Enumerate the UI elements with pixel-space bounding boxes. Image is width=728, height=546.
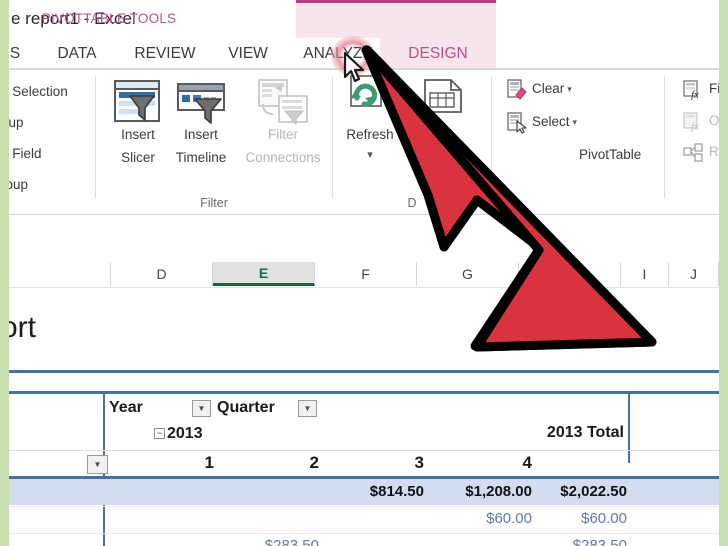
clear-icon[interactable] <box>506 79 528 106</box>
grid-row-divider-1 <box>9 287 719 288</box>
ribbon-separator-3 <box>491 76 492 198</box>
contextual-tools-band <box>296 0 496 38</box>
column-header-c[interactable] <box>9 262 111 286</box>
pivot-total-header: 2013 Total <box>546 424 624 441</box>
pivot-year-value[interactable]: 2013 <box>167 422 203 446</box>
select-button[interactable]: Select ▾ <box>532 114 577 129</box>
clear-caret-icon[interactable]: ▾ <box>567 84 572 94</box>
insert-slicer-icon[interactable] <box>112 78 162 131</box>
chevron-down-icon: ▼ <box>303 403 312 413</box>
olap-tools-label: OL <box>709 113 719 128</box>
row-labels-filter-dropdown[interactable]: ▼ <box>87 455 108 474</box>
column-header-f[interactable]: F <box>315 262 417 286</box>
refresh-dropdown-caret[interactable]: ▾ <box>337 148 403 161</box>
relationships-label: Rel <box>709 144 719 159</box>
grid-row-divider-4 <box>9 533 719 534</box>
table-row-1-q3-value[interactable]: $814.50 <box>339 483 424 500</box>
pivot-field-quarter-label[interactable]: Quarter <box>217 395 275 421</box>
ribbon-separator-4 <box>664 76 665 198</box>
minus-icon: − <box>156 428 163 438</box>
ribbon-separator-1 <box>95 76 96 198</box>
tab-analyze[interactable]: ANALYZE <box>296 38 380 69</box>
column-header-row: D E F G H I J <box>9 262 719 286</box>
pivot-frame-right <box>628 391 630 463</box>
insert-timeline-icon[interactable] <box>175 78 227 131</box>
table-row-1-q4-value[interactable]: $1,208.00 <box>434 483 532 500</box>
olap-tools-icon: fx <box>683 112 705 137</box>
tab-view[interactable]: VIEW <box>213 38 283 69</box>
title-bar: e report1 - Excel PIVOTTABLE TOOLS <box>9 0 719 38</box>
collapse-year-button[interactable]: − <box>154 428 165 439</box>
fields-items-sets-icon[interactable]: fx <box>683 80 705 105</box>
tab-review[interactable]: REVIEW <box>119 38 211 69</box>
ribbon-group-label-data: D <box>407 196 417 210</box>
refresh-icon[interactable] <box>345 74 391 127</box>
page-margin-left <box>0 0 9 546</box>
excel-window: e report1 - Excel PIVOTTABLE TOOLS S DAT… <box>9 0 719 546</box>
tab-data[interactable]: DATA <box>37 38 117 69</box>
command-group-field[interactable]: p Field <box>9 146 42 161</box>
insert-slicer-label-line1: Insert <box>121 127 155 142</box>
formula-bar-area <box>9 216 719 263</box>
refresh-label: Refresh <box>346 127 394 142</box>
svg-text:fx: fx <box>691 89 699 100</box>
table-row-2-q4-value[interactable]: $60.00 <box>434 510 532 527</box>
ribbon-separator-2 <box>332 76 333 198</box>
grid-row-divider-3 <box>9 506 719 507</box>
ribbon-group-label-filter: Filter <box>200 196 228 210</box>
contextual-tools-label: PIVOTTABLE TOOLS <box>41 11 177 26</box>
column-header-h[interactable]: H <box>519 262 621 286</box>
select-label: Select <box>532 114 570 129</box>
insert-timeline-label-line1: Insert <box>184 127 218 142</box>
insert-timeline-label-line2: Timeline <box>175 150 227 165</box>
filter-connections-label-line1: Filter <box>268 127 298 142</box>
pivot-quarter-header-2: 2 <box>309 453 319 472</box>
column-header-j[interactable]: J <box>669 262 719 286</box>
quarter-filter-dropdown[interactable]: ▼ <box>298 400 317 417</box>
filter-connections-icon <box>257 78 309 131</box>
clear-button[interactable]: Clear ▾ <box>532 81 572 96</box>
table-row-1-total-value[interactable]: $2,022.50 <box>529 483 627 500</box>
table-row-3-q2-value[interactable]: $283.50 <box>234 537 319 546</box>
pivot-quarter-header-4: 4 <box>522 453 532 472</box>
column-header-d[interactable]: D <box>111 262 213 286</box>
table-row-3-total-value[interactable]: $283.50 <box>529 537 627 546</box>
screenshot-root: e report1 - Excel PIVOTTABLE TOOLS S DAT… <box>0 0 728 546</box>
tab-design[interactable]: DESIGN <box>380 38 496 69</box>
command-group-selection[interactable]: p Selection <box>9 84 68 99</box>
ribbon-tab-strip: S DATA REVIEW VIEW ANALYZE DESIGN <box>9 38 719 109</box>
pivot-field-year-label[interactable]: Year <box>109 395 143 421</box>
page-margin-right <box>719 0 728 546</box>
relationships-icon <box>683 143 705 168</box>
command-ungroup[interactable]: oup <box>9 115 24 130</box>
clear-label: Clear <box>532 81 565 96</box>
filter-connections-label-line2: Connections <box>245 150 321 165</box>
column-header-i[interactable]: I <box>621 262 669 286</box>
pivot-quarter-header-3: 3 <box>414 453 424 472</box>
tab-formulas[interactable]: S <box>9 38 29 69</box>
insert-slicer-label-line2: Slicer <box>121 150 155 165</box>
svg-text:fx: fx <box>691 121 699 132</box>
pivot-quarter-header-1: 1 <box>204 453 214 472</box>
sheet-title-cell[interactable]: ort <box>9 311 36 345</box>
table-row-2-total-value[interactable]: $60.00 <box>529 510 627 527</box>
column-header-e[interactable]: E <box>213 262 315 286</box>
select-icon[interactable] <box>506 112 528 139</box>
select-caret-icon[interactable]: ▾ <box>573 117 578 127</box>
chevron-down-icon: ▼ <box>93 459 102 469</box>
fields-items-sets-label[interactable]: Fie <box>709 81 719 96</box>
chevron-down-icon: ▼ <box>197 403 206 413</box>
column-header-g[interactable]: G <box>417 262 519 286</box>
change-data-source-icon[interactable] <box>421 76 467 123</box>
move-pivottable-button[interactable]: PivotTable <box>579 147 641 162</box>
command-group-label[interactable]: roup <box>9 177 28 192</box>
pivot-top-accent-bar <box>9 370 719 373</box>
pivot-frame-top <box>9 391 719 394</box>
year-filter-dropdown[interactable]: ▼ <box>192 400 211 417</box>
worksheet-grid: ort Year ▼ Quarter ▼ − 2013 2013 Total ▼… <box>9 287 719 546</box>
ribbon: p Selection oup p Field roup Insert Slic… <box>9 70 719 215</box>
